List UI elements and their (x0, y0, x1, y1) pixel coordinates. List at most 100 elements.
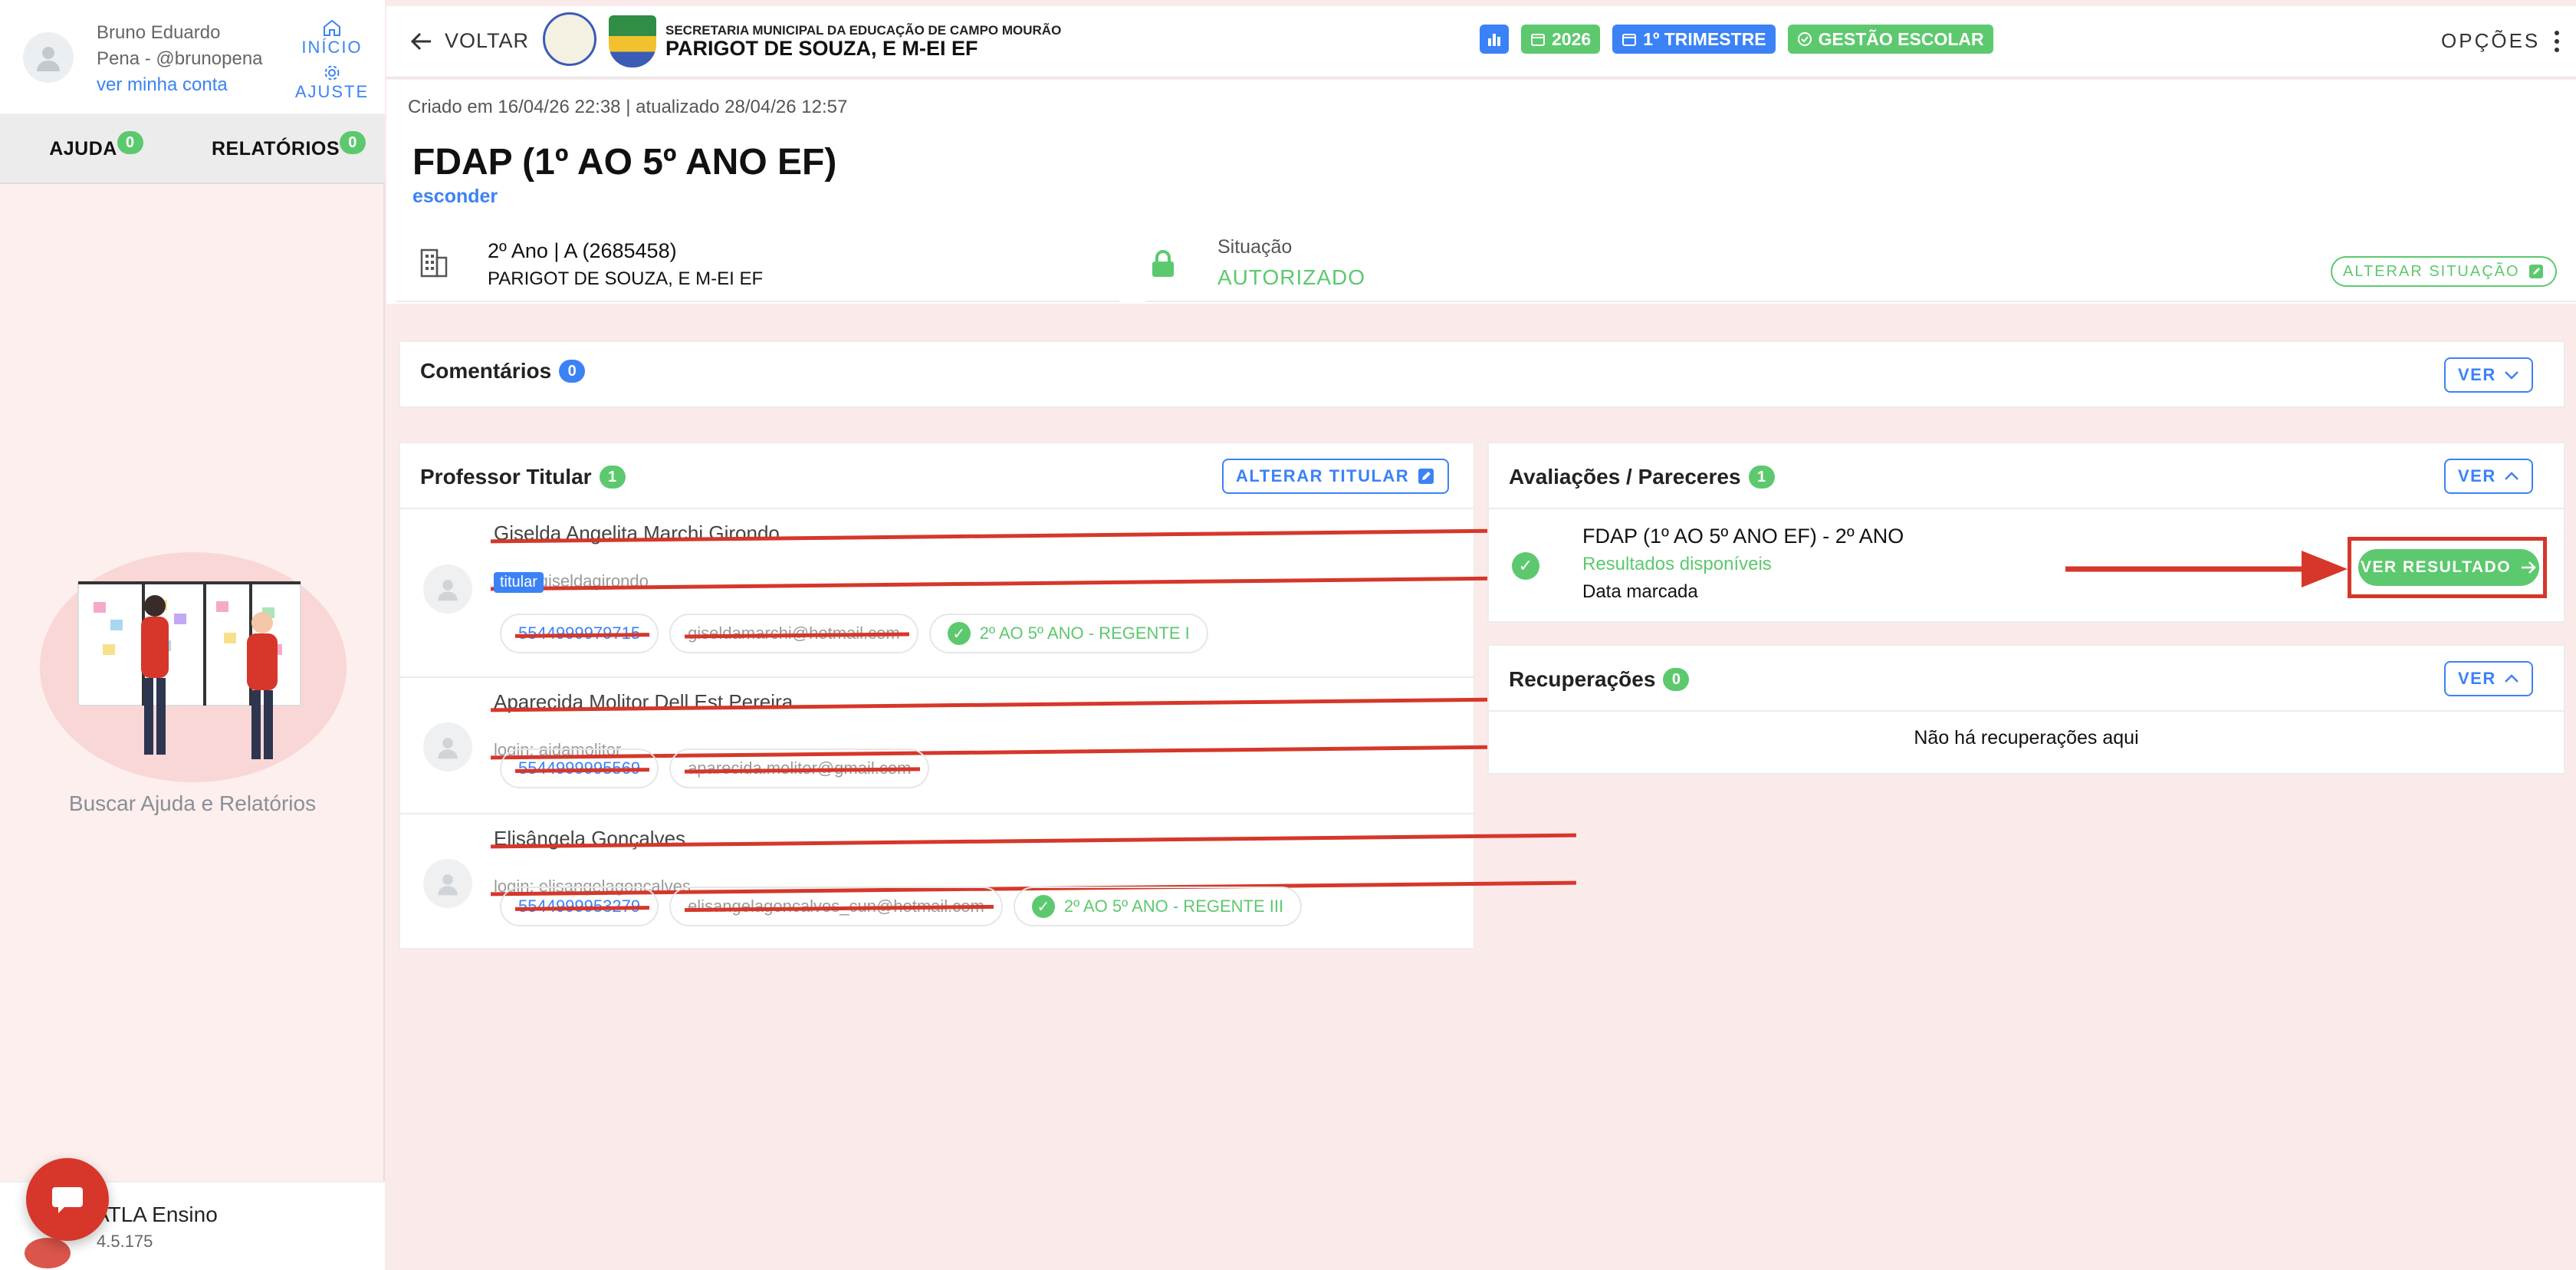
teacher-email[interactable]: aparecida.molitor@gmail.com (669, 749, 930, 788)
app-version: 4.5.175 (97, 1232, 153, 1251)
teacher-row[interactable]: Giselda Angelita Marchi Girondo login: g… (400, 511, 1474, 678)
home-icon (324, 19, 340, 36)
status-label: Situação (1217, 236, 1293, 258)
sidebar-tabs: AJUDA 0 RELATÓRIOS 0 (0, 115, 385, 184)
chat-button[interactable] (26, 1158, 109, 1241)
recoveries-view-button[interactable]: VER (2444, 661, 2533, 696)
teacher-email-text: giseldamarchi@hotmail.com (688, 623, 900, 643)
change-titular-button[interactable]: ALTERAR TITULAR (1222, 459, 1450, 494)
user-avatar[interactable] (23, 32, 74, 83)
comments-view-label: VER (2458, 365, 2496, 384)
user-icon (438, 580, 458, 601)
app-name: ATLA Ensino (95, 1203, 218, 1226)
tab-relatorios[interactable]: RELATÓRIOS 0 (192, 115, 385, 183)
user-icon (438, 874, 458, 896)
class-school: PARIGOT DE SOUZA, E M-EI EF (488, 268, 764, 289)
tab-ajuda[interactable]: AJUDA 0 (0, 115, 192, 183)
home-button[interactable]: INÍCIO (297, 18, 366, 58)
back-label: VOLTAR (445, 29, 530, 52)
class-name: 2º Ano | A (2685458) (488, 239, 677, 262)
evaluation-status: Resultados disponíveis (1582, 554, 1772, 574)
annotation-arrow-icon (2065, 551, 2348, 587)
status-value: AUTORIZADO (1217, 265, 1366, 289)
recoveries-count: 0 (1663, 668, 1690, 691)
teachers-count: 1 (599, 466, 626, 489)
recoveries-section: Recuperações 0 VER Não há recuperações a… (1487, 644, 2565, 775)
user-name-line2: Pena - @brunopena (97, 48, 263, 69)
teacher-email[interactable]: giseldamarchi@hotmail.com (669, 614, 918, 653)
options-menu[interactable]: OPÇÕES (2441, 29, 2560, 53)
teacher-email-text: elisangelagoncalves_cun@hotmail.com (688, 897, 984, 916)
school-name: PARIGOT DE SOUZA, E M-EI EF (665, 37, 978, 60)
teacher-phone-text: 5544999979715 (518, 623, 641, 643)
teachers-title: Professor Titular (420, 465, 592, 489)
recoveries-view-label: VER (2458, 669, 2496, 688)
teacher-phone[interactable]: 5544999953279 (500, 887, 659, 926)
view-result-button[interactable]: VER RESULTADO (2358, 549, 2539, 586)
record-header: Criado em 16/04/26 22:38 | atualizado 28… (386, 80, 2576, 304)
change-status-label: ALTERAR SITUAÇÃO (2343, 262, 2520, 280)
evaluation-date: Data marcada (1582, 581, 1698, 602)
teacher-login: login: giseldagirondo (494, 571, 1567, 591)
empty-caption: Buscar Ajuda e Relatórios (68, 791, 317, 815)
gear-icon (324, 65, 340, 81)
evaluations-title: Avaliações / Pareceres (1509, 465, 1741, 489)
edit-icon (1418, 469, 1434, 484)
view-result-label: VER RESULTADO (2360, 558, 2512, 576)
chevron-up-icon (2504, 674, 2518, 683)
back-button[interactable]: VOLTAR (409, 29, 529, 53)
user-icon (438, 738, 458, 759)
chevron-up-icon (2504, 472, 2518, 480)
top-header: VOLTAR SECRETARIA MUNICIPAL DA EDUCAÇÃO … (386, 6, 2576, 78)
teacher-row[interactable]: Aparecida Molitor Dell Est Pereira login… (400, 679, 1474, 814)
mode-pill[interactable]: GESTÃO ESCOLAR (1787, 25, 1993, 54)
user-icon (37, 47, 60, 71)
comments-section: Comentários 0 VER (399, 341, 2565, 408)
teacher-phone[interactable]: 5544999995569 (500, 749, 659, 788)
comments-title: Comentários (420, 359, 552, 383)
sidebar: Bruno Eduardo Pena - @brunopena ver minh… (0, 0, 385, 1270)
titular-tag: titular (494, 572, 544, 593)
evaluations-count: 1 (1748, 466, 1775, 489)
dashboard-button[interactable] (1480, 25, 1509, 54)
comments-view-button[interactable]: VER (2444, 357, 2533, 393)
teacher-phone-text: 5544999995569 (518, 758, 641, 778)
record-title: FDAP (1º AO 5º ANO EF) (412, 142, 837, 183)
calendar-icon (1531, 34, 1545, 46)
tab-relatorios-label: RELATÓRIOS (211, 137, 340, 160)
teacher-name: Elisângela Gonçalves (494, 827, 1567, 851)
teacher-phone-text: 5544999953279 (518, 897, 641, 916)
bar-chart-icon (1488, 34, 1500, 46)
check-circle-icon: ✓ (1512, 552, 1539, 580)
city-crest (609, 15, 656, 67)
user-box: Bruno Eduardo Pena - @brunopena ver minh… (0, 0, 385, 115)
teacher-name: Giselda Angelita Marchi Girondo (494, 521, 1567, 545)
teacher-name: Aparecida Molitor Dell Est Pereira (494, 690, 1567, 714)
change-status-button[interactable]: ALTERAR SITUAÇÃO (2331, 256, 2557, 287)
check-icon: ✓ (1031, 895, 1055, 918)
period-label: 1º TRIMESTRE (1643, 28, 1766, 49)
teacher-row[interactable]: Elisângela Gonçalves login: elisangelago… (400, 816, 1474, 948)
teacher-email[interactable]: elisangelagoncalves_cun@hotmail.com (669, 887, 1003, 926)
year-pill[interactable]: 2026 (1521, 25, 1601, 54)
tab-ajuda-count: 0 (117, 131, 143, 154)
period-pill[interactable]: 1º TRIMESTRE (1612, 25, 1776, 54)
arrow-right-icon (2522, 561, 2536, 574)
check-icon: ✓ (947, 622, 971, 645)
edit-icon (2528, 265, 2543, 278)
help-illustration (32, 537, 354, 782)
teacher-phone[interactable]: 5544999979715 (500, 614, 659, 653)
teacher-role: ✓ 2º AO 5º ANO - REGENTE I (928, 614, 1208, 653)
teacher-role-text: 2º AO 5º ANO - REGENTE III (1063, 897, 1284, 916)
settings-button[interactable]: AJUSTE (294, 64, 370, 102)
app-logo (25, 1238, 71, 1268)
status-info: Situação AUTORIZADO ALTERAR SITUAÇÃO (1145, 225, 2576, 302)
account-link[interactable]: ver minha conta (97, 72, 263, 98)
chevron-down-icon (2504, 371, 2518, 380)
secretaria-name: SECRETARIA MUNICIPAL DA EDUCAÇÃO DE CAMP… (665, 23, 1062, 38)
comments-count: 0 (559, 360, 586, 383)
settings-label: AJUSTE (294, 82, 370, 101)
evaluations-view-button[interactable]: VER (2444, 459, 2533, 494)
hide-link[interactable]: esconder (412, 186, 498, 208)
teacher-role-text: 2º AO 5º ANO - REGENTE I (979, 623, 1190, 643)
